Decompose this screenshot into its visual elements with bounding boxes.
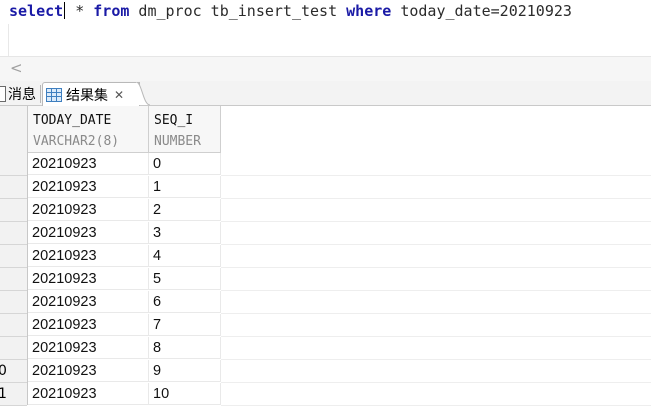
cell-today-date[interactable]: 20210923 — [28, 153, 149, 175]
table-row[interactable]: 20210923 8 — [0, 337, 651, 360]
cell-seq-i[interactable]: 0 — [149, 153, 221, 175]
sql-statement[interactable]: select * from dm_proc tb_insert_test whe… — [9, 1, 572, 21]
cell-today-date[interactable]: 20210923 — [28, 176, 149, 198]
cell-today-date[interactable]: 20210923 — [28, 245, 149, 267]
row-number — [0, 291, 27, 314]
result-tab-bar: 消息 结果集 ✕ — [0, 81, 651, 106]
row-filler — [221, 337, 651, 360]
sql-star: * — [66, 2, 85, 20]
row-filler — [221, 383, 651, 406]
column-name: TODAY_DATE — [33, 113, 112, 128]
sql-table-name: dm_proc tb_insert_test — [129, 2, 347, 20]
tab-curve — [136, 82, 150, 106]
cell-today-date[interactable]: 20210923 — [28, 360, 149, 382]
row-filler — [221, 176, 651, 199]
tab-messages[interactable]: 消息 — [0, 83, 36, 105]
cell-today-date[interactable]: 20210923 — [28, 222, 149, 244]
cell-seq-i[interactable]: 6 — [149, 291, 221, 313]
column-type: NUMBER — [154, 134, 201, 149]
cell-seq-i[interactable]: 10 — [149, 383, 221, 405]
grid-icon — [46, 87, 62, 102]
row-filler — [221, 291, 651, 314]
column-header-today-date[interactable]: TODAY_DATE VARCHAR2(8) — [28, 106, 149, 153]
table-row[interactable]: 1 20210923 10 — [0, 383, 651, 406]
row-number — [0, 153, 27, 176]
tab-separator — [40, 85, 41, 103]
sql-editor[interactable]: select * from dm_proc tb_insert_test whe… — [0, 0, 651, 56]
row-filler — [221, 268, 651, 291]
messages-icon — [0, 86, 6, 102]
row-number — [0, 314, 27, 337]
row-filler — [221, 199, 651, 222]
column-type: VARCHAR2(8) — [33, 134, 120, 149]
column-header-seq-i[interactable]: SEQ_I NUMBER — [149, 106, 221, 153]
cell-today-date[interactable]: 20210923 — [28, 337, 149, 359]
cell-seq-i[interactable]: 2 — [149, 199, 221, 221]
table-row[interactable]: 0 20210923 9 — [0, 360, 651, 383]
table-row[interactable]: 20210923 5 — [0, 268, 651, 291]
tab-messages-label: 消息 — [8, 87, 36, 103]
tab-results[interactable]: 结果集 ✕ — [42, 82, 140, 106]
scroll-left-icon[interactable]: < — [10, 59, 23, 77]
row-filler — [221, 222, 651, 245]
horizontal-scrollbar[interactable]: < — [0, 56, 651, 82]
row-filler — [221, 314, 651, 337]
table-row[interactable]: 20210923 1 — [0, 176, 651, 199]
cell-seq-i[interactable]: 3 — [149, 222, 221, 244]
editor-gutter-line — [8, 24, 9, 56]
row-number: 0 — [0, 360, 27, 383]
table-row[interactable]: 20210923 4 — [0, 245, 651, 268]
sql-keyword-from: from — [93, 2, 130, 20]
table-row[interactable]: 20210923 2 — [0, 199, 651, 222]
close-icon[interactable]: ✕ — [114, 88, 124, 102]
sql-keyword-select: select — [9, 2, 64, 20]
cell-seq-i[interactable]: 8 — [149, 337, 221, 359]
row-number — [0, 199, 27, 222]
cell-seq-i[interactable]: 5 — [149, 268, 221, 290]
cell-today-date[interactable]: 20210923 — [28, 314, 149, 336]
row-filler — [221, 245, 651, 268]
column-name: SEQ_I — [154, 113, 194, 128]
cell-seq-i[interactable]: 4 — [149, 245, 221, 267]
table-row[interactable]: 20210923 3 — [0, 222, 651, 245]
cell-today-date[interactable]: 20210923 — [28, 383, 149, 405]
cell-today-date[interactable]: 20210923 — [28, 199, 149, 221]
row-filler — [221, 153, 651, 176]
cell-today-date[interactable]: 20210923 — [28, 268, 149, 290]
cell-seq-i[interactable]: 9 — [149, 360, 221, 382]
row-filler — [221, 360, 651, 383]
result-grid: TODAY_DATE VARCHAR2(8) SEQ_I NUMBER 2021… — [0, 106, 651, 406]
tab-results-label: 结果集 — [66, 87, 108, 104]
row-number — [0, 268, 27, 291]
row-number — [0, 245, 27, 268]
table-row[interactable]: 20210923 6 — [0, 291, 651, 314]
cell-today-date[interactable]: 20210923 — [28, 291, 149, 313]
row-number — [0, 337, 27, 360]
row-number: 1 — [0, 383, 27, 406]
sql-condition: today_date=20210923 — [391, 2, 572, 20]
table-row[interactable]: 20210923 0 — [0, 153, 651, 176]
cell-seq-i[interactable]: 1 — [149, 176, 221, 198]
table-row[interactable]: 20210923 7 — [0, 314, 651, 337]
cell-seq-i[interactable]: 7 — [149, 314, 221, 336]
row-number — [0, 222, 27, 245]
row-number — [0, 176, 27, 199]
sql-keyword-where: where — [346, 2, 392, 20]
